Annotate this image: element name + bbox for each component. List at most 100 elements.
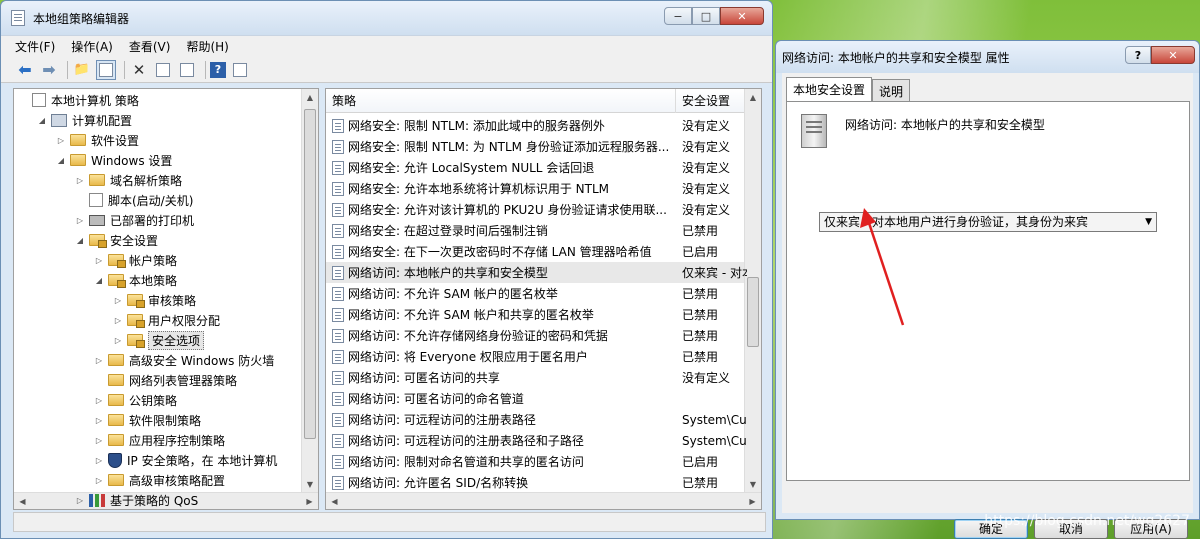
collapsed-arrow-icon[interactable]: ▷ [75,176,85,185]
menu-file[interactable]: 文件(F) [15,38,55,55]
delete-icon[interactable]: ✕ [129,60,149,80]
policy-row[interactable]: 网络访问: 允许匿名 SID/名称转换 已禁用 [326,472,744,493]
menu-help[interactable]: 帮助(H) [186,38,228,55]
policy-row[interactable]: 网络访问: 可匿名访问的共享 没有定义 [326,367,744,388]
scroll-down-arrow-icon[interactable]: ▼ [745,476,761,493]
policy-row[interactable]: 网络访问: 本地帐户的共享和安全模型 仅来宾 - 对本 [326,262,747,283]
dialog-help-button[interactable]: ? [1125,46,1151,64]
policy-row[interactable]: 网络安全: 允许 LocalSystem NULL 会话回退 没有定义 [326,157,744,178]
expanded-arrow-icon[interactable]: ◢ [75,236,85,245]
tree-item[interactable]: 本地计算机 策略 [18,90,139,110]
collapsed-arrow-icon[interactable]: ▷ [94,436,104,445]
help-icon[interactable]: ? [210,61,226,78]
chevron-down-icon[interactable]: ▼ [1145,213,1152,231]
policy-setting: 已启用 [682,455,719,469]
close-button[interactable]: ✕ [720,7,764,25]
policy-row[interactable]: 网络访问: 可远程访问的注册表路径 System\Cur [326,409,747,430]
forward-arrow-icon[interactable]: ➡ [39,60,59,80]
policy-row[interactable]: 网络安全: 限制 NTLM: 为 NTLM 身份验证添加远程服务器... 没有定义 [326,136,744,157]
tree-item[interactable]: ▷ 高级安全 Windows 防火墙 [94,350,274,370]
expanded-arrow-icon[interactable]: ◢ [94,276,104,285]
menu-action[interactable]: 操作(A) [71,38,113,55]
tree-item[interactable]: ◢ 本地策略 [94,270,177,290]
policy-row[interactable]: 网络安全: 允许对该计算机的 PKU2U 身份验证请求使用联... 没有定义 [326,199,744,220]
policy-row[interactable]: 网络访问: 将 Everyone 权限应用于匿名用户 已禁用 [326,346,744,367]
collapsed-arrow-icon[interactable]: ▷ [94,456,104,465]
tree-item[interactable]: ▷ 高级审核策略配置 [94,470,225,490]
tree-item[interactable]: ◢ 安全设置 [75,230,158,250]
policy-row[interactable]: 网络安全: 在超过登录时间后强制注销 已禁用 [326,220,744,241]
policy-row[interactable]: 网络安全: 在下一次更改密码时不存储 LAN 管理器哈希值 已启用 [326,241,744,262]
policy-row[interactable]: 网络安全: 限制 NTLM: 添加此域中的服务器例外 没有定义 [326,115,744,136]
policy-row[interactable]: 网络访问: 可远程访问的注册表路径和子路径 System\Cur [326,430,747,451]
tree-vertical-scrollbar[interactable]: ▲ ▼ [301,89,318,493]
collapsed-arrow-icon[interactable]: ▷ [75,216,85,225]
tree-item[interactable]: ▷ 已部署的打印机 [75,210,194,230]
tree-item[interactable]: ▷ 帐户策略 [94,250,177,270]
tree-item[interactable]: ▷ 域名解析策略 [75,170,182,190]
dialog-title-bar[interactable]: 网络访问: 本地帐户的共享和安全模型 属性 ? ✕ [776,41,1199,73]
policy-row[interactable]: 网络访问: 不允许存储网络身份验证的密码和凭据 已禁用 [326,325,744,346]
scroll-up-arrow-icon[interactable]: ▲ [745,89,761,106]
collapsed-arrow-icon[interactable]: ▷ [94,416,104,425]
scroll-thumb[interactable] [304,109,316,439]
tab-explain[interactable]: 说明 [872,79,911,101]
collapsed-arrow-icon[interactable]: ▷ [94,396,104,405]
policy-row[interactable]: 网络访问: 可匿名访问的命名管道 [326,388,744,409]
back-arrow-icon[interactable]: ⬅ [15,60,35,80]
dialog-close-button[interactable]: ✕ [1151,46,1195,64]
view-icon[interactable] [230,60,250,80]
tree-item[interactable]: ◢ 计算机配置 [37,110,132,130]
tree-item[interactable]: ▷ IP 安全策略，在 本地计算机 [94,450,277,470]
policy-list-pane[interactable]: 策略 安全设置 ▲ ▼ ◀ ▶ 网络安全: 限制 NTLM: 添加此域中的服务器… [325,88,762,510]
minimize-button[interactable]: − [664,7,692,25]
tree-item[interactable]: 脚本(启动/关机) [75,190,193,210]
scroll-left-arrow-icon[interactable]: ◀ [326,497,343,506]
policy-row[interactable]: 网络访问: 不允许 SAM 帐户的匿名枚举 已禁用 [326,283,744,304]
tree-item[interactable]: ▷ 基于策略的 QoS [75,490,198,509]
scroll-up-arrow-icon[interactable]: ▲ [302,89,318,106]
tree-item-label: 域名解析策略 [110,173,183,188]
list-horizontal-scrollbar[interactable]: ◀ ▶ [326,492,761,509]
window-title: 本地组策略编辑器 [33,11,130,26]
caption-buttons: − □ ✕ [664,7,764,25]
policy-row[interactable]: 网络安全: 允许本地系统将计算机标识用于 NTLM 没有定义 [326,178,744,199]
collapsed-arrow-icon[interactable]: ▷ [94,356,104,365]
tree-item[interactable]: ▷ 用户权限分配 [113,310,220,330]
tree-item[interactable]: ▷ 软件设置 [56,130,139,150]
collapsed-arrow-icon[interactable]: ▷ [75,496,85,505]
column-header-policy[interactable]: 策略 [326,89,676,113]
maximize-button[interactable]: □ [692,7,720,25]
tree-item[interactable]: ▷ 软件限制策略 [94,410,201,430]
expanded-arrow-icon[interactable]: ◢ [37,116,47,125]
export-list-icon[interactable] [177,60,197,80]
collapsed-arrow-icon[interactable]: ▷ [113,336,123,345]
scroll-left-arrow-icon[interactable]: ◀ [14,497,31,506]
scroll-right-arrow-icon[interactable]: ▶ [744,497,761,506]
expanded-arrow-icon[interactable]: ◢ [56,156,66,165]
properties-icon[interactable] [153,60,173,80]
scroll-thumb[interactable] [747,277,759,347]
collapsed-arrow-icon[interactable]: ▷ [113,296,123,305]
title-bar[interactable]: 本地组策略编辑器 − □ ✕ [1,1,772,35]
policy-row[interactable]: 网络访问: 限制对命名管道和共享的匿名访问 已启用 [326,451,744,472]
scroll-down-arrow-icon[interactable]: ▼ [302,476,318,493]
scroll-right-arrow-icon[interactable]: ▶ [301,497,318,506]
collapsed-arrow-icon[interactable]: ▷ [94,476,104,485]
tree-item[interactable]: ◢ Windows 设置 [56,150,172,170]
sharing-model-dropdown[interactable]: 仅来宾 - 对本地用户进行身份验证，其身份为来宾 ▼ [819,212,1157,232]
tree-item[interactable]: ▷ 应用程序控制策略 [94,430,225,450]
tree-item[interactable]: ▷ 安全选项 [113,330,205,350]
collapsed-arrow-icon[interactable]: ▷ [94,256,104,265]
tree-item[interactable]: ▷ 公钥策略 [94,390,177,410]
show-hide-tree-icon[interactable] [96,59,116,80]
up-folder-icon[interactable]: 📁 [72,60,92,80]
collapsed-arrow-icon[interactable]: ▷ [56,136,66,145]
tree-item[interactable]: ▷ 审核策略 [113,290,196,310]
collapsed-arrow-icon[interactable]: ▷ [113,316,123,325]
tab-local-security-setting[interactable]: 本地安全设置 [786,77,873,101]
menu-view[interactable]: 查看(V) [129,38,171,55]
policy-row[interactable]: 网络访问: 不允许 SAM 帐户和共享的匿名枚举 已禁用 [326,304,744,325]
tree-pane[interactable]: ▲ ▼ ◀ ▶ 本地计算机 策略 ◢ 计算机配置 ▷ 软件设置 ◢ Windows 设置 ▷ 域… [13,88,319,510]
tree-item[interactable]: 网络列表管理器策略 [94,370,237,390]
